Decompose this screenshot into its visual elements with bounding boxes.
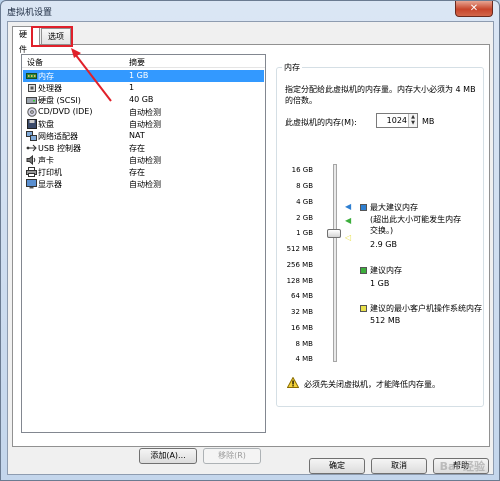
device-name: 声卡: [38, 156, 54, 165]
column-header-device[interactable]: 设备: [27, 57, 43, 68]
warning-text: 必须先关闭虚拟机，才能降低内存量。: [304, 380, 440, 389]
device-name: CD/DVD (IDE): [38, 107, 93, 116]
watermark: Bai 经验: [439, 460, 485, 473]
memory-size-label: 此虚拟机的内存(M):: [285, 118, 357, 127]
device-row-hard-disk[interactable]: 硬盘 (SCSI) 40 GB: [23, 94, 264, 106]
scale-label: 512 MB: [286, 245, 313, 253]
min-recommended-value: 512 MB: [370, 316, 401, 325]
printer-icon: [26, 167, 37, 177]
device-row-display[interactable]: 显示器 自动检测: [23, 178, 264, 190]
device-summary: 自动检测: [129, 120, 161, 129]
dialog-client-area: 硬件 选项 设备 摘要 内存 1 GB 处理器 1 硬盘 (SCSI) 40 G…: [7, 21, 494, 475]
device-summary: 自动检测: [129, 108, 161, 117]
display-icon: [26, 179, 37, 189]
spinbox-arrows[interactable]: ▲ ▼: [408, 114, 417, 127]
scale-label: 2 GB: [296, 214, 313, 222]
scale-label: 8 GB: [296, 182, 313, 190]
scale-label: 256 MB: [286, 261, 313, 269]
memory-slider-track[interactable]: [333, 164, 337, 362]
recommended-swatch: [360, 267, 367, 274]
device-name: 软盘: [38, 120, 54, 129]
usb-controller-icon: [26, 143, 37, 153]
device-row-sound-card[interactable]: 声卡 自动检测: [23, 154, 264, 166]
close-icon: ✕: [469, 3, 479, 14]
device-row-cd-dvd[interactable]: CD/DVD (IDE) 自动检测: [23, 106, 264, 118]
device-name: 网络适配器: [38, 132, 78, 141]
sound-card-icon: [26, 155, 37, 165]
device-list-header: 设备 摘要: [22, 55, 265, 68]
device-summary: 存在: [129, 168, 145, 177]
remove-device-button[interactable]: 移除(R): [203, 448, 261, 464]
close-button[interactable]: ✕: [455, 1, 493, 17]
device-name: 硬盘 (SCSI): [38, 96, 81, 105]
add-device-button[interactable]: 添加(A)...: [139, 448, 197, 464]
scale-label: 1 GB: [296, 229, 313, 237]
device-name: 打印机: [38, 168, 62, 177]
vm-settings-window: 虚拟机设置 ✕ 硬件 选项 设备 摘要 内存 1 GB 处理器 1 硬盘 (SC…: [0, 0, 500, 481]
warning-icon: [286, 376, 300, 388]
column-header-summary[interactable]: 摘要: [129, 57, 145, 68]
device-list[interactable]: 设备 摘要 内存 1 GB 处理器 1 硬盘 (SCSI) 40 GB CD/D…: [21, 54, 266, 433]
device-summary: 1 GB: [129, 71, 149, 80]
memory-size-value[interactable]: 1024: [387, 116, 407, 125]
memory-group: 内存 指定分配给此虚拟机的内存量。内存大小必须为 4 MB 的倍数。 此虚拟机的…: [276, 62, 484, 407]
scale-label: 8 MB: [295, 340, 313, 348]
device-summary: 自动检测: [129, 156, 161, 165]
ok-button[interactable]: 确定: [309, 458, 365, 474]
floppy-icon: [26, 119, 37, 129]
scale-label: 128 MB: [286, 277, 313, 285]
memory-size-spinbox[interactable]: 1024 ▲ ▼: [376, 113, 418, 128]
device-name: USB 控制器: [38, 144, 81, 153]
cd-dvd-icon: [26, 107, 37, 117]
scale-label: 16 MB: [291, 324, 313, 332]
min-recommended-swatch: [360, 305, 367, 312]
recommended-label: 建议内存: [370, 266, 402, 275]
max-recommended-note: (超出此大小可能发生内存交换。): [370, 215, 462, 235]
cancel-button[interactable]: 取消: [371, 458, 427, 474]
processor-icon: [26, 83, 37, 93]
hard-disk-icon: [26, 95, 37, 105]
hardware-tab-panel: 设备 摘要 内存 1 GB 处理器 1 硬盘 (SCSI) 40 GB CD/D…: [12, 44, 490, 464]
memory-slider-thumb[interactable]: [327, 229, 341, 238]
device-row-printer[interactable]: 打印机 存在: [23, 166, 264, 178]
window-title: 虚拟机设置: [7, 8, 53, 18]
device-summary: NAT: [129, 131, 145, 140]
device-row-floppy[interactable]: 软盘 自动检测: [23, 118, 264, 130]
device-name: 内存: [38, 72, 54, 81]
memory-group-title: 内存: [282, 62, 302, 73]
network-adapter-icon: [26, 131, 37, 141]
scale-label: 64 MB: [291, 292, 313, 300]
memory-unit-label: MB: [422, 117, 435, 126]
options-tab-highlight-box: [31, 26, 73, 47]
scale-label: 4 MB: [295, 355, 313, 363]
device-name: 处理器: [38, 84, 62, 93]
device-row-processor[interactable]: 处理器 1: [23, 82, 264, 94]
device-summary: 40 GB: [129, 95, 154, 104]
max-recommended-marker-icon: ◀: [345, 202, 352, 211]
device-row-usb-controller[interactable]: USB 控制器 存在: [23, 142, 264, 154]
min-recommended-label: 建议的最小客户机操作系统内存: [370, 304, 482, 313]
scale-label: 32 MB: [291, 308, 313, 316]
device-summary: 1: [129, 83, 135, 92]
min-recommended-marker-icon: ◁: [345, 233, 352, 242]
recommended-value: 1 GB: [370, 279, 390, 288]
device-name: 显示器: [38, 180, 62, 189]
device-row-network-adapter[interactable]: 网络适配器 NAT: [23, 130, 264, 142]
max-recommended-label: 最大建议内存: [370, 203, 418, 212]
memory-icon: [26, 71, 37, 81]
title-bar: 虚拟机设置 ✕: [1, 1, 499, 21]
device-row-memory[interactable]: 内存 1 GB: [23, 70, 264, 82]
spin-down-icon[interactable]: ▼: [409, 120, 417, 126]
device-summary: 自动检测: [129, 180, 161, 189]
scale-label: 4 GB: [296, 198, 313, 206]
scale-label: 16 GB: [291, 166, 313, 174]
recommended-marker-icon: ◀: [345, 216, 352, 225]
max-recommended-value: 2.9 GB: [370, 240, 397, 249]
max-recommended-swatch: [360, 204, 367, 211]
memory-description: 指定分配给此虚拟机的内存量。内存大小必须为 4 MB 的倍数。: [285, 85, 476, 105]
device-summary: 存在: [129, 144, 145, 153]
